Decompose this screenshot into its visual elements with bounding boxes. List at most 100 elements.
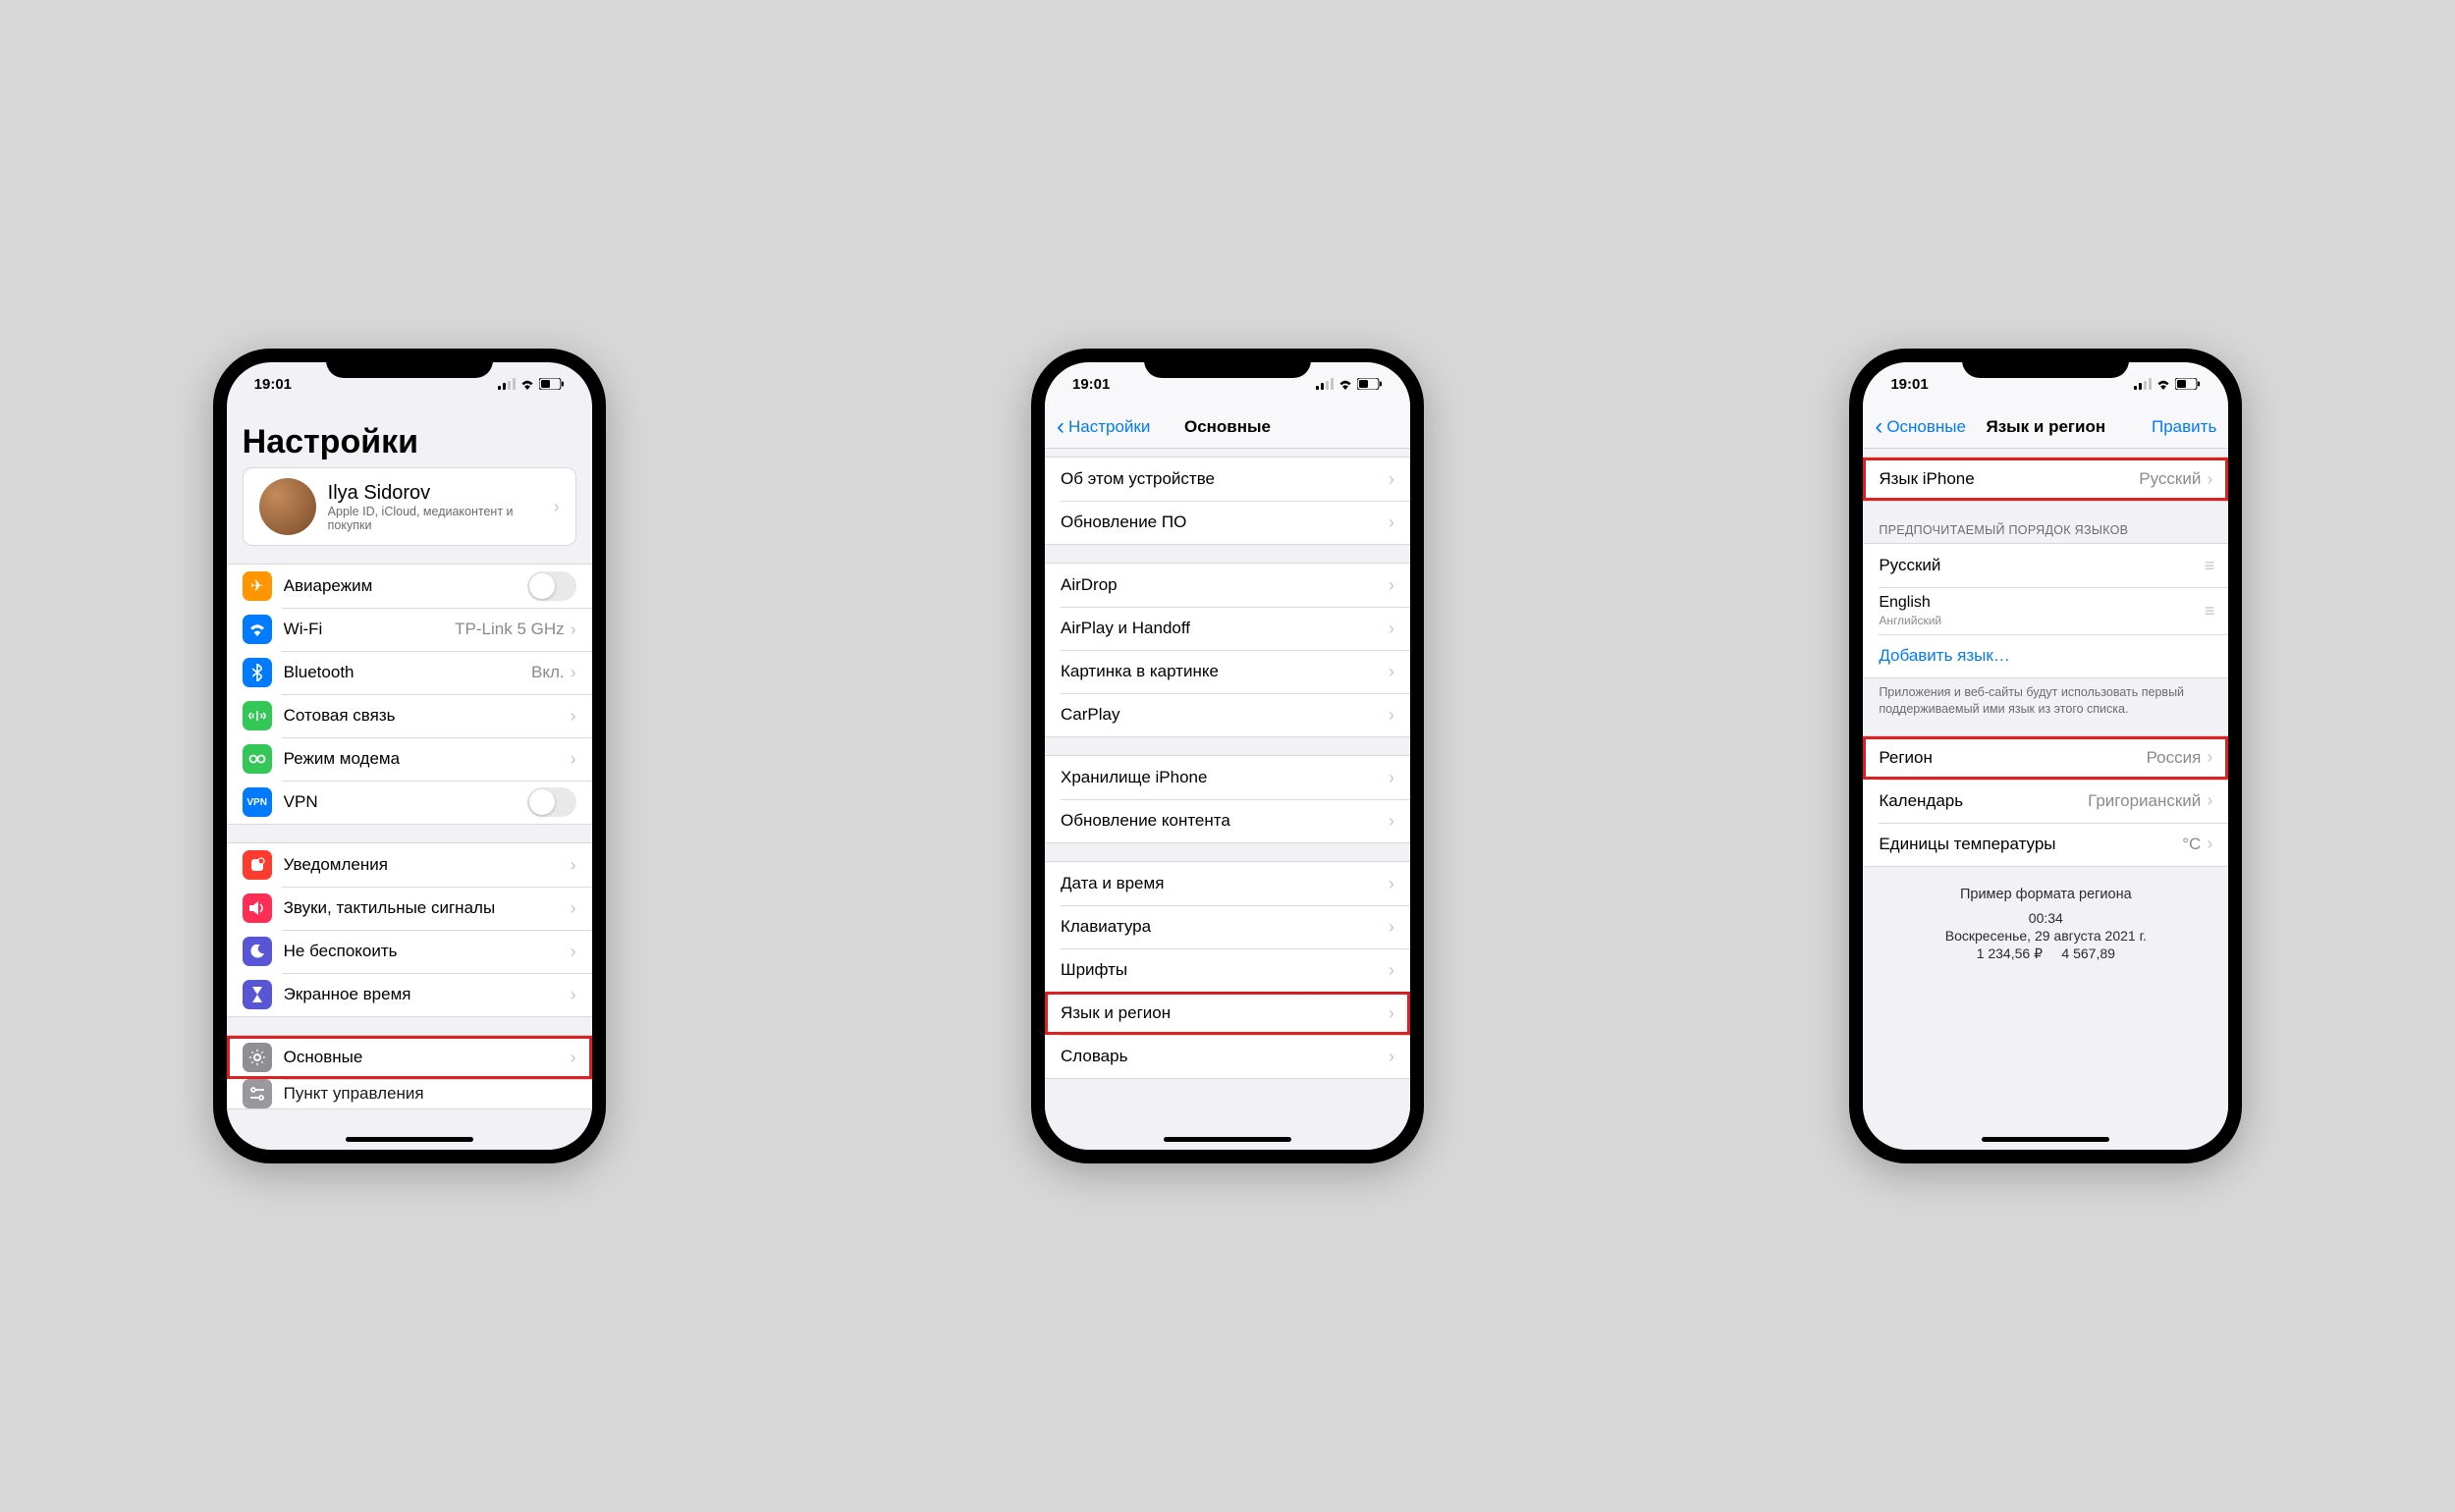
label-airplay: AirPlay и Handoff [1061, 619, 1389, 638]
nav-bar: ‹ Основные Язык и регион Править [1863, 405, 2228, 449]
row-add-language[interactable]: Добавить язык… [1863, 634, 2228, 677]
row-language-region[interactable]: Язык и регион› [1045, 992, 1410, 1035]
switch-airplane[interactable] [527, 571, 576, 601]
page-title: Настройки [227, 405, 592, 467]
group-preferred-langs: Русский ≡ English Английский ≡ Добавить … [1863, 543, 2228, 678]
screen: 19:01 ‹ Основные Язык и регион Править Я… [1863, 362, 2228, 1150]
moon-icon [243, 937, 272, 966]
row-about[interactable]: Об этом устройстве› [1045, 458, 1410, 501]
general-content[interactable]: Об этом устройстве› Обновление ПО› AirDr… [1045, 449, 1410, 1150]
status-time: 19:01 [1072, 376, 1110, 393]
settings-content[interactable]: Настройки Ilya Sidorov Apple ID, iCloud,… [227, 405, 592, 1150]
row-control-center[interactable]: Пункт управления [227, 1079, 592, 1108]
row-wifi[interactable]: Wi-Fi TP-Link 5 GHz › [227, 608, 592, 651]
row-screentime[interactable]: Экранное время › [227, 973, 592, 1016]
label-storage: Хранилище iPhone [1061, 768, 1389, 787]
sublabel-lang-english: Английский [1879, 614, 2204, 627]
status-right [498, 378, 565, 390]
profile-row[interactable]: Ilya Sidorov Apple ID, iCloud, медиаконт… [244, 468, 575, 545]
label-region: Регион [1879, 748, 2146, 768]
langregion-content[interactable]: Язык iPhone Русский › Предпочитаемый пор… [1863, 449, 2228, 1150]
notifications-icon [243, 850, 272, 880]
chevron-right-icon: › [571, 706, 576, 727]
row-temperature[interactable]: Единицы температуры °C › [1863, 823, 2228, 866]
group-region: Регион Россия › Календарь Григорианский … [1863, 735, 2228, 867]
chevron-right-icon: › [2207, 747, 2212, 768]
row-datetime[interactable]: Дата и время› [1045, 862, 1410, 905]
label-general: Основные [284, 1048, 571, 1067]
row-dnd[interactable]: Не беспокоить › [227, 930, 592, 973]
row-storage[interactable]: Хранилище iPhone› [1045, 756, 1410, 799]
label-pip: Картинка в картинке [1061, 662, 1389, 681]
row-iphone-language[interactable]: Язык iPhone Русский › [1863, 458, 2228, 501]
cellular-icon [498, 378, 516, 390]
chevron-right-icon: › [571, 942, 576, 962]
nav-back-label: Основные [1886, 417, 1966, 437]
row-sounds[interactable]: Звуки, тактильные сигналы › [227, 887, 592, 930]
row-vpn[interactable]: VPN VPN [227, 781, 592, 824]
row-carplay[interactable]: CarPlay› [1045, 693, 1410, 736]
chevron-right-icon: › [1389, 662, 1394, 682]
row-hotspot[interactable]: Режим модема › [227, 737, 592, 781]
row-region[interactable]: Регион Россия › [1863, 736, 2228, 780]
chevron-right-icon: › [1389, 619, 1394, 639]
row-dictionary[interactable]: Словарь› [1045, 1035, 1410, 1078]
status-right [2134, 378, 2201, 390]
connectivity-group: ✈︎ Авиарежим Wi-Fi TP-Link 5 GHz › [227, 564, 592, 825]
chevron-right-icon: › [2207, 790, 2212, 811]
row-calendar[interactable]: Календарь Григорианский › [1863, 780, 2228, 823]
status-right [1316, 378, 1383, 390]
notch [1144, 349, 1311, 378]
chevron-right-icon: › [1389, 917, 1394, 938]
bluetooth-icon [243, 658, 272, 687]
row-airplay[interactable]: AirPlay и Handoff› [1045, 607, 1410, 650]
notch [326, 349, 493, 378]
row-bluetooth[interactable]: Bluetooth Вкл. › [227, 651, 592, 694]
row-keyboard[interactable]: Клавиатура› [1045, 905, 1410, 948]
row-lang-russian[interactable]: Русский ≡ [1863, 544, 2228, 587]
row-lang-english[interactable]: English Английский ≡ [1863, 587, 2228, 634]
chevron-right-icon: › [571, 663, 576, 683]
nav-back[interactable]: ‹ Настройки [1057, 415, 1150, 439]
row-notifications[interactable]: Уведомления › [227, 843, 592, 887]
chevron-right-icon: › [1389, 960, 1394, 981]
label-iphone-language: Язык iPhone [1879, 469, 2139, 489]
cellular-icon [2134, 378, 2152, 390]
chevron-right-icon: › [1389, 874, 1394, 894]
chevron-right-icon: › [571, 898, 576, 919]
row-pip[interactable]: Картинка в картинке› [1045, 650, 1410, 693]
status-time: 19:01 [254, 376, 292, 393]
battery-icon [1357, 378, 1383, 390]
chevron-right-icon: › [571, 855, 576, 876]
grip-icon[interactable]: ≡ [2205, 556, 2213, 576]
chevron-right-icon: › [2207, 469, 2212, 490]
row-airplane[interactable]: ✈︎ Авиарежим [227, 565, 592, 608]
row-bgrefresh[interactable]: Обновление контента› [1045, 799, 1410, 842]
nav-back[interactable]: ‹ Основные [1875, 415, 1966, 439]
avatar [259, 478, 316, 535]
sounds-icon [243, 893, 272, 923]
row-update[interactable]: Обновление ПО› [1045, 501, 1410, 544]
label-update: Обновление ПО [1061, 513, 1389, 532]
notch [1962, 349, 2129, 378]
chevron-right-icon: › [2207, 834, 2212, 854]
switches-icon [243, 1079, 272, 1108]
row-general[interactable]: Основные › [227, 1036, 592, 1079]
grip-icon[interactable]: ≡ [2205, 601, 2213, 621]
profile-group: Ilya Sidorov Apple ID, iCloud, медиаконт… [243, 467, 576, 546]
home-indicator[interactable] [1164, 1137, 1291, 1142]
chevron-right-icon: › [1389, 1047, 1394, 1067]
cellular-icon [243, 701, 272, 730]
example-time: 00:34 [1882, 910, 2209, 926]
row-cellular[interactable]: Сотовая связь › [227, 694, 592, 737]
switch-vpn[interactable] [527, 787, 576, 817]
label-language-region: Язык и регион [1061, 1003, 1389, 1023]
nav-edit[interactable]: Править [2152, 417, 2216, 437]
chevron-right-icon: › [1389, 469, 1394, 490]
row-fonts[interactable]: Шрифты› [1045, 948, 1410, 992]
row-airdrop[interactable]: AirDrop› [1045, 564, 1410, 607]
label-cellular: Сотовая связь [284, 706, 571, 726]
home-indicator[interactable] [1982, 1137, 2109, 1142]
chevron-right-icon: › [554, 497, 560, 517]
home-indicator[interactable] [346, 1137, 473, 1142]
